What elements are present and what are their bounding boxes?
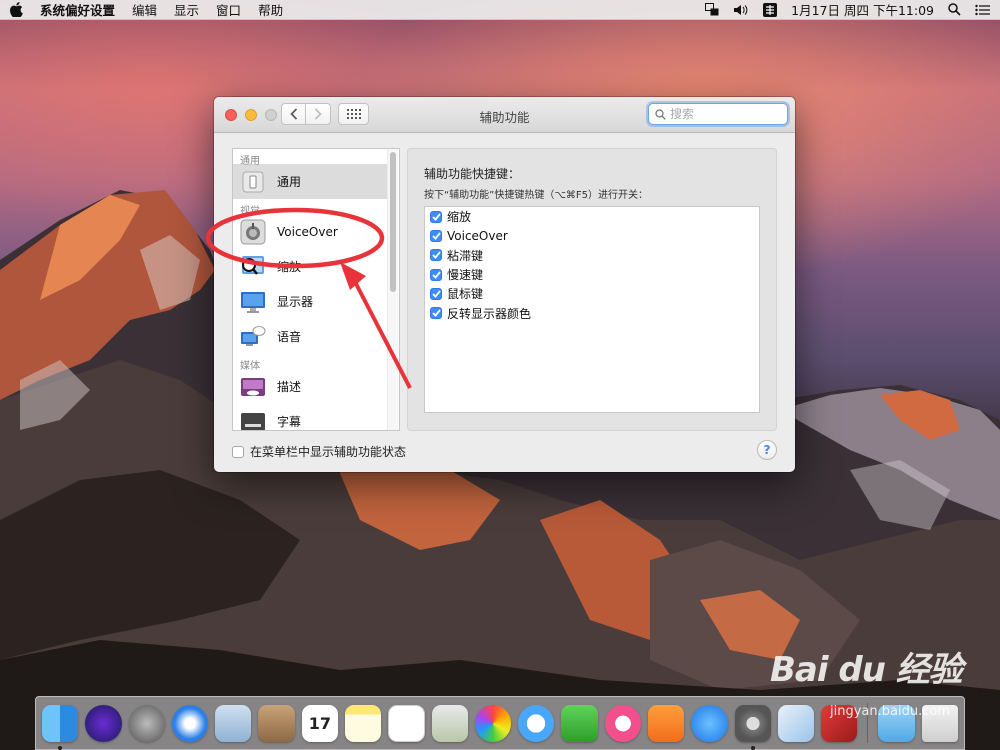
checkbox-checked[interactable] <box>430 287 442 300</box>
option-label: 慢速键 <box>447 268 484 283</box>
finder-icon[interactable] <box>42 704 79 750</box>
checkbox-checked[interactable] <box>430 249 442 262</box>
option-zoom[interactable]: 缩放 <box>425 207 759 226</box>
window-titlebar: 辅助功能 <box>214 97 795 133</box>
option-voiceover[interactable]: VoiceOver <box>425 226 759 245</box>
option-mouse-keys[interactable]: 鼠标键 <box>425 284 759 303</box>
sidebar-scrollbar[interactable] <box>387 149 398 430</box>
accessibility-preferences-window: 辅助功能 通用 通用 视觉 VoiceOver <box>214 97 795 472</box>
photos-icon[interactable] <box>474 704 512 742</box>
screen-mirror-icon[interactable] <box>705 3 719 16</box>
option-label: 鼠标键 <box>447 287 484 302</box>
sidebar-item-general[interactable]: 通用 <box>233 164 388 199</box>
voiceover-icon <box>239 218 267 246</box>
option-label: VoiceOver <box>447 228 508 243</box>
sidebar-item-voiceover[interactable]: VoiceOver <box>233 214 388 249</box>
checkmark-icon <box>431 251 441 260</box>
sidebar-item-captions[interactable]: 字幕 <box>233 404 388 430</box>
sidebar-item-zoom[interactable]: 缩放 <box>233 249 388 284</box>
descriptions-icon <box>239 373 267 401</box>
music-icon[interactable] <box>604 704 641 742</box>
option-slow-keys[interactable]: 慢速键 <box>425 265 759 284</box>
sidebar-item-label: 缩放 <box>277 260 302 274</box>
sidebar-item-label: 字幕 <box>277 415 302 429</box>
sidebar-item-label: 显示器 <box>277 295 314 309</box>
search-field[interactable] <box>648 103 788 125</box>
show-status-in-menubar[interactable]: 在菜单栏中显示辅助功能状态 <box>232 443 406 460</box>
section-general-header: 通用 <box>240 156 260 167</box>
category-sidebar: 通用 通用 视觉 VoiceOver 缩放 显示器 语音 媒体 描述 字幕 <box>232 148 400 431</box>
mail-icon[interactable] <box>215 704 252 742</box>
speech-icon <box>239 323 267 351</box>
siri-icon[interactable] <box>85 704 122 742</box>
safari-icon[interactable] <box>171 704 209 742</box>
option-label: 缩放 <box>447 210 472 225</box>
menu-app-name[interactable]: 系统偏好设置 <box>40 0 115 19</box>
preview-icon[interactable] <box>431 704 468 742</box>
shortcut-panel: 辅助功能快捷键： 按下“辅助功能”快捷键热键（⌥⌘F5）进行开关： 缩放 Voi… <box>407 148 777 431</box>
sidebar-item-label: 描述 <box>277 380 302 394</box>
checkmark-icon <box>431 232 441 240</box>
checkmark-icon <box>431 290 441 298</box>
sidebar-scroll-thumb[interactable] <box>390 152 396 292</box>
sidebar-item-display[interactable]: 显示器 <box>233 284 388 319</box>
menu-window[interactable]: 窗口 <box>216 0 241 19</box>
system-preferences-icon[interactable] <box>734 704 771 750</box>
captions-icon <box>239 408 267 430</box>
checkbox-checked[interactable] <box>430 210 442 223</box>
baidu-jingyan-watermark: Bai du 经验 jingyan.baidu.com <box>770 642 963 719</box>
messages-icon[interactable] <box>518 704 555 742</box>
sidebar-item-label: 通用 <box>277 175 302 189</box>
spotlight-icon[interactable] <box>948 3 961 16</box>
watermark-url: jingyan.baidu.com <box>830 704 950 719</box>
option-label: 粘滞键 <box>447 248 484 263</box>
help-button[interactable]: ? <box>757 440 777 460</box>
reminders-icon[interactable] <box>388 704 425 742</box>
option-invert-colors[interactable]: 反转显示器颜色 <box>425 303 759 322</box>
sidebar-item-label: VoiceOver <box>277 224 338 239</box>
option-sticky-keys[interactable]: 粘滞键 <box>425 246 759 265</box>
notes-icon[interactable] <box>344 704 382 742</box>
volume-icon[interactable] <box>733 4 749 16</box>
panel-title: 辅助功能快捷键： <box>424 167 521 181</box>
menu-edit[interactable]: 编辑 <box>132 0 157 19</box>
watermark-main: Bai du 经验 <box>770 650 963 690</box>
sidebar-item-speech[interactable]: 语音 <box>233 319 388 354</box>
checkmark-icon <box>431 213 441 221</box>
notification-center-icon[interactable] <box>975 4 990 16</box>
launchpad-icon[interactable] <box>128 704 165 742</box>
option-label: 反转显示器颜色 <box>447 306 532 321</box>
sidebar-item-label: 语音 <box>277 330 302 344</box>
section-vision-header: 视觉 <box>240 206 260 217</box>
zoom-icon <box>239 253 267 281</box>
general-icon <box>239 168 267 196</box>
app-icon[interactable] <box>777 704 815 742</box>
sidebar-item-descriptions[interactable]: 描述 <box>233 369 388 404</box>
shortcut-options-list: 缩放 VoiceOver 粘滞键 慢速键 鼠标键 反转显示器颜色 <box>424 206 760 413</box>
menu-view[interactable]: 显示 <box>174 0 199 19</box>
section-media-header: 媒体 <box>240 361 260 372</box>
checkmark-icon <box>431 270 441 279</box>
menubar-clock[interactable]: 1月17日 周四 下午11:09 <box>791 0 934 19</box>
menu-bar: 系统偏好设置 编辑 显示 窗口 帮助 1月17日 周四 下午11:09 <box>0 0 1000 20</box>
checkbox-checked[interactable] <box>430 229 442 242</box>
app-store-icon[interactable] <box>691 704 728 742</box>
display-icon <box>239 288 267 316</box>
checkbox-checked[interactable] <box>430 307 442 320</box>
menu-help[interactable]: 帮助 <box>258 0 283 19</box>
show-status-label: 在菜单栏中显示辅助功能状态 <box>250 445 407 459</box>
calendar-icon[interactable]: 17 <box>301 704 338 742</box>
panel-subtitle: 按下“辅助功能”快捷键热键（⌥⌘F5）进行开关： <box>424 190 648 201</box>
checkbox-checked[interactable] <box>430 268 442 281</box>
ibooks-icon[interactable] <box>647 704 685 742</box>
checkmark-icon <box>431 309 441 317</box>
search-icon <box>655 108 666 120</box>
dock: 17 <box>35 696 965 750</box>
input-method-icon[interactable] <box>763 2 778 17</box>
search-input[interactable] <box>670 107 780 121</box>
apple-icon[interactable] <box>10 2 26 17</box>
checkbox-unchecked[interactable] <box>232 445 244 458</box>
facetime-icon[interactable] <box>561 704 598 742</box>
contacts-icon[interactable] <box>258 704 295 742</box>
